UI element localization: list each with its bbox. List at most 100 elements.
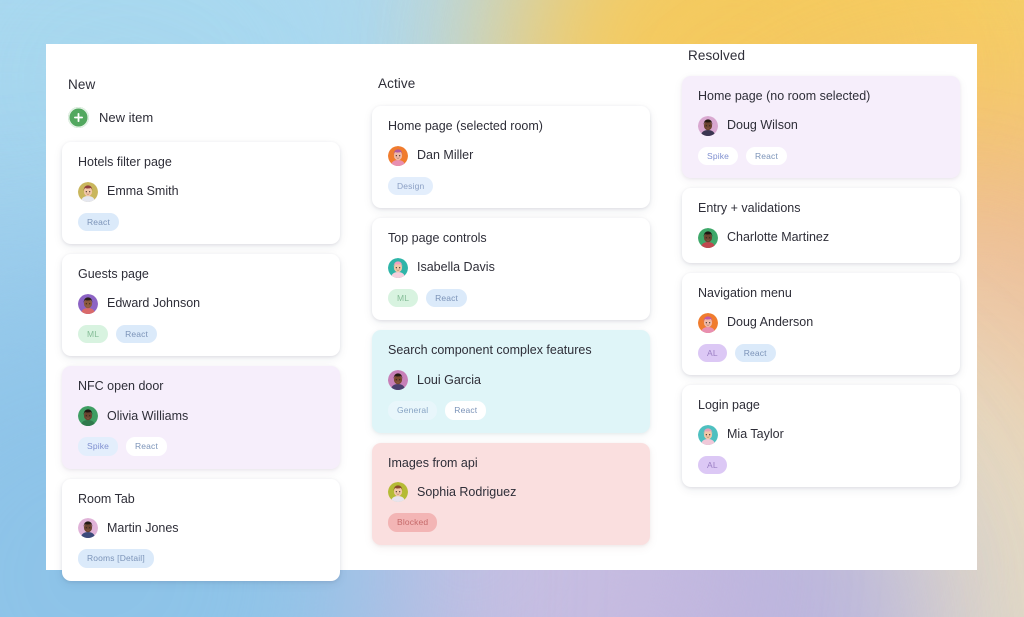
plus-icon: [68, 107, 89, 129]
task-card-assignee: Doug Anderson: [698, 312, 944, 333]
assignee-name: Martin Jones: [107, 520, 179, 535]
new-item-button[interactable]: New item: [68, 107, 340, 129]
task-card[interactable]: Home page (no room selected) Doug Wilson S…: [682, 76, 960, 179]
task-card-assignee: Olivia Williams: [78, 406, 324, 427]
column-title-resolved: Resolved: [688, 48, 746, 63]
task-card-assignee: Dan Miller: [388, 145, 634, 166]
task-card[interactable]: NFC open door Olivia Williams Spike React: [62, 366, 340, 469]
task-card-title: Search component complex features: [388, 343, 592, 358]
avatar: [78, 181, 98, 202]
tag-badge[interactable]: React: [445, 401, 487, 420]
tag-badge[interactable]: Blocked: [388, 513, 438, 532]
avatar: [78, 406, 98, 427]
column-active: Active Home page (selected room) Dan Mille…: [356, 44, 666, 570]
new-item-label: New item: [99, 109, 154, 125]
task-card-tags: Rooms [Detail]: [78, 549, 324, 568]
avatar: [698, 227, 718, 248]
task-card-title: Entry + validations: [698, 201, 801, 216]
task-card-title: Top page controls: [388, 231, 487, 246]
task-card-tags: Spike React: [698, 146, 944, 166]
tag-badge[interactable]: React: [734, 343, 776, 363]
task-card-title: Guests page: [78, 267, 149, 282]
card-list-new: Hotels filter page Emma Smith React Guests …: [62, 142, 340, 591]
task-card[interactable]: Hotels filter page Emma Smith React: [62, 142, 340, 245]
task-card-title: Hotels filter page: [78, 155, 172, 170]
tag-badge[interactable]: React: [746, 146, 787, 166]
assignee-name: Doug Anderson: [727, 315, 814, 330]
task-card[interactable]: Login page Mia Taylor AL: [682, 385, 960, 488]
assignee-name: Sophia Rodriguez: [417, 484, 517, 499]
assignee-name: Dan Miller: [417, 148, 474, 163]
kanban-board: New New item Hotels filter page Emma Smith R…: [46, 44, 977, 581]
assignee-name: Mia Taylor: [727, 427, 784, 442]
avatar: [698, 312, 718, 333]
task-card-title: Login page: [698, 398, 760, 413]
task-card[interactable]: Entry + validations Charlotte Martinez: [682, 188, 960, 263]
tag-badge[interactable]: AL: [698, 455, 727, 475]
tag-badge[interactable]: React: [116, 324, 158, 344]
avatar: [78, 518, 98, 539]
task-card[interactable]: Home page (selected room) Dan Miller Desig…: [372, 106, 650, 209]
task-card-assignee: Emma Smith: [78, 181, 324, 202]
card-list-resolved: Home page (no room selected) Doug Wilson S…: [682, 76, 960, 497]
tag-badge[interactable]: General: [388, 401, 438, 420]
column-new: New New item Hotels filter page Emma Smith R…: [46, 44, 356, 581]
card-list-active: Home page (selected room) Dan Miller Desig…: [372, 106, 650, 555]
task-card-assignee: Charlotte Martinez: [698, 227, 944, 248]
tag-badge[interactable]: React: [78, 212, 119, 232]
tag-badge[interactable]: React: [126, 437, 167, 456]
column-resolved: Resolved Home page (no room selected) Doug…: [666, 44, 976, 570]
avatar: [388, 370, 408, 391]
tag-badge[interactable]: Rooms [Detail]: [78, 549, 154, 568]
task-card-assignee: Edward Johnson: [78, 293, 324, 314]
task-card[interactable]: Room Tab Martin Jones Rooms [Detail]: [62, 478, 340, 581]
task-card-tags: ML React: [78, 324, 324, 344]
task-card-assignee: Martin Jones: [78, 518, 324, 539]
tag-badge[interactable]: Spike: [698, 146, 739, 166]
task-card-tags: AL React: [698, 343, 944, 363]
avatar: [78, 293, 98, 314]
task-card-assignee: Isabella Davis: [388, 257, 634, 278]
tag-badge[interactable]: React: [426, 288, 468, 308]
task-card-assignee: Loui Garcia: [388, 370, 634, 391]
task-card-title: Room Tab: [78, 491, 135, 506]
avatar: [698, 115, 718, 136]
task-card-tags: Blocked: [388, 513, 634, 532]
avatar: [388, 145, 408, 166]
task-card-tags: Design: [388, 176, 634, 196]
task-card-title: Navigation menu: [698, 285, 792, 300]
task-card[interactable]: Navigation menu Doug Anderson AL React: [682, 272, 960, 376]
task-card-tags: AL: [698, 455, 944, 475]
assignee-name: Loui Garcia: [417, 372, 481, 387]
assignee-name: Edward Johnson: [107, 296, 201, 311]
task-card-title: NFC open door: [78, 379, 164, 394]
assignee-name: Charlotte Martinez: [727, 230, 830, 245]
task-card-assignee: Sophia Rodriguez: [388, 482, 634, 503]
assignee-name: Emma Smith: [107, 184, 179, 199]
tag-badge[interactable]: Spike: [78, 437, 119, 456]
task-card[interactable]: Search component complex features Loui Ga…: [372, 330, 650, 433]
avatar: [388, 482, 408, 503]
avatar: [388, 257, 408, 278]
task-card-assignee: Doug Wilson: [698, 115, 944, 136]
column-title-new: New: [68, 77, 96, 92]
assignee-name: Isabella Davis: [417, 260, 495, 275]
task-card-tags: Spike React: [78, 437, 324, 456]
task-card-tags: React: [78, 212, 324, 232]
avatar: [698, 424, 718, 445]
assignee-name: Olivia Williams: [107, 408, 189, 423]
column-title-active: Active: [378, 76, 416, 91]
tag-badge[interactable]: AL: [698, 343, 727, 363]
task-card-title: Home page (selected room): [388, 119, 543, 134]
tag-badge[interactable]: ML: [388, 288, 419, 308]
task-card[interactable]: Top page controls Isabella Davis ML React: [372, 218, 650, 321]
assignee-name: Doug Wilson: [727, 118, 798, 133]
task-card[interactable]: Guests page Edward Johnson ML React: [62, 254, 340, 357]
task-card-title: Home page (no room selected): [698, 89, 871, 104]
task-card[interactable]: Images from api Sophia Rodriguez Blocked: [372, 442, 650, 545]
task-card-tags: General React: [388, 401, 634, 420]
tag-badge[interactable]: ML: [78, 324, 109, 344]
task-card-tags: ML React: [388, 288, 634, 308]
task-card-assignee: Mia Taylor: [698, 424, 944, 445]
tag-badge[interactable]: Design: [388, 176, 434, 196]
